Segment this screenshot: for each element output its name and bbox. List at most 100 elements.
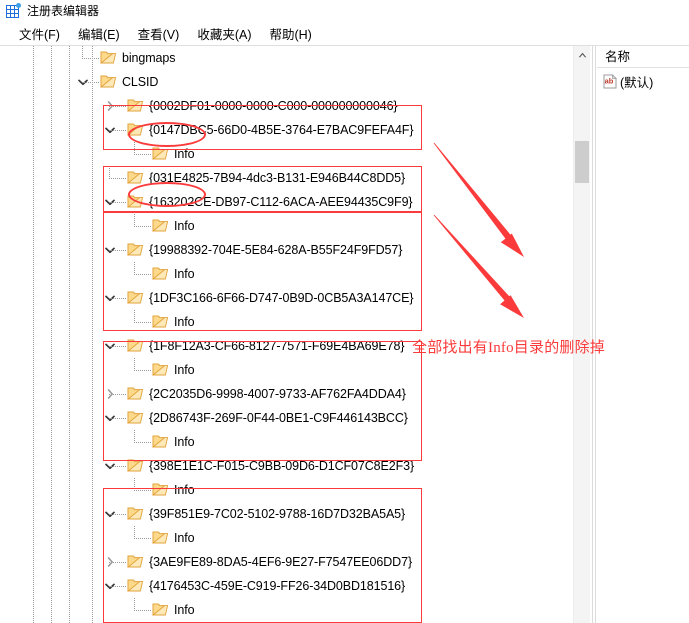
tree-row-info[interactable]: Info xyxy=(0,310,571,334)
value-list-pane[interactable]: 名称 ab (默认) xyxy=(597,46,689,623)
menu-file[interactable]: 文件(F) xyxy=(10,22,69,45)
tree-connector xyxy=(134,490,152,491)
tree-row-label: {2D86743F-269F-0F44-0BE1-C9F446143BCC} xyxy=(149,411,408,425)
value-row-default[interactable]: ab (默认) xyxy=(597,71,689,91)
menu-help[interactable]: 帮助(H) xyxy=(260,22,320,45)
tree-connector xyxy=(134,442,152,443)
tree-row-label: Info xyxy=(174,531,195,545)
folder-icon xyxy=(127,194,144,209)
tree-row-label: {2C2035D6-9998-4007-9733-AF762FA4DDA4} xyxy=(149,387,406,401)
tree-row-key[interactable]: {398E1E1C-F015-C9BB-09D6-D1CF07C8E2F3} xyxy=(0,454,571,478)
tree-row-label: {1F8F12A3-CF66-8127-7571-F69E4BA69E78} xyxy=(149,339,405,353)
menu-bar: 文件(F) 编辑(E) 查看(V) 收藏夹(A) 帮助(H) xyxy=(0,22,689,45)
folder-icon xyxy=(127,410,144,425)
tree-row-info[interactable]: Info xyxy=(0,526,571,550)
tree-row-label: {39F851E9-7C02-5102-9788-16D7D32BA5A5} xyxy=(149,507,406,521)
tree-connector xyxy=(109,130,127,131)
folder-icon xyxy=(152,362,169,377)
menu-view[interactable]: 查看(V) xyxy=(129,22,189,45)
folder-icon xyxy=(152,602,169,617)
registry-tree[interactable]: bingmaps CLSID {0002DF01-0000-0000-C000-00… xyxy=(0,46,571,623)
tree-row-key[interactable]: {031E4825-7B94-4dc3-B131-E946B44C8DD5} xyxy=(0,166,571,190)
tree-row-label: Info xyxy=(174,315,195,329)
tree-row-key[interactable]: {4176453C-459E-C919-FF26-34D0BD181516} xyxy=(0,574,571,598)
pane-splitter[interactable] xyxy=(592,46,596,623)
folder-icon xyxy=(100,50,117,65)
tree-row-label: Info xyxy=(174,483,195,497)
tree-row-key[interactable]: {1DF3C166-6F66-D747-0B9D-0CB5A3A147CE} xyxy=(0,286,571,310)
folder-icon xyxy=(152,530,169,545)
scroll-up-icon[interactable] xyxy=(574,46,590,63)
tree-row-info[interactable]: Info xyxy=(0,142,571,166)
tree-row-key[interactable]: {1F8F12A3-CF66-8127-7571-F69E4BA69E78} xyxy=(0,334,571,358)
tree-row-info[interactable]: Info xyxy=(0,214,571,238)
tree-row-label: {398E1E1C-F015-C9BB-09D6-D1CF07C8E2F3} xyxy=(149,459,415,473)
tree-connector xyxy=(134,274,152,275)
tree-connector xyxy=(109,586,127,587)
tree-row-info[interactable]: Info xyxy=(0,478,571,502)
tree-connector xyxy=(109,346,127,347)
tree-connector xyxy=(134,538,152,539)
tree-row-label: Info xyxy=(174,219,195,233)
folder-icon xyxy=(127,578,144,593)
tree-connector xyxy=(109,202,127,203)
tree-connector xyxy=(109,466,127,467)
folder-icon xyxy=(127,554,144,569)
folder-icon xyxy=(127,290,144,305)
tree-row-label: Info xyxy=(174,267,195,281)
tree-connector xyxy=(134,370,152,371)
folder-icon xyxy=(152,314,169,329)
tree-row-label: {163202CE-DB97-C112-6ACA-AEE94435C9F9} xyxy=(149,195,413,209)
tree-connector xyxy=(82,82,100,83)
folder-icon xyxy=(100,74,117,89)
tree-row-key[interactable]: {0147DBC5-66D0-4B5E-3764-E7BAC9FEFA4F} xyxy=(0,118,571,142)
tree-row-key[interactable]: CLSID xyxy=(0,70,571,94)
tree-connector xyxy=(134,322,152,323)
tree-row-label: {4176453C-459E-C919-FF26-34D0BD181516} xyxy=(149,579,406,593)
value-column-header-name[interactable]: 名称 xyxy=(597,46,689,68)
tree-row-key[interactable]: {2D86743F-269F-0F44-0BE1-C9F446143BCC} xyxy=(0,406,571,430)
tree-row-label: Info xyxy=(174,435,195,449)
tree-row-key[interactable]: {19988392-704E-5E84-628A-B55F24F9FD57} xyxy=(0,238,571,262)
tree-connector xyxy=(134,226,152,227)
tree-row-info[interactable]: Info xyxy=(0,358,571,382)
client-area: bingmaps CLSID {0002DF01-0000-0000-C000-00… xyxy=(0,45,689,623)
menu-edit[interactable]: 编辑(E) xyxy=(69,22,129,45)
tree-row-key[interactable]: bingmaps xyxy=(0,46,571,70)
folder-icon xyxy=(127,170,144,185)
tree-row-key[interactable]: {39F851E9-7C02-5102-9788-16D7D32BA5A5} xyxy=(0,502,571,526)
folder-icon xyxy=(127,242,144,257)
tree-row-label: bingmaps xyxy=(122,51,176,65)
folder-icon xyxy=(127,458,144,473)
tree-connector xyxy=(109,394,127,395)
tree-connector xyxy=(109,298,127,299)
scroll-thumb[interactable] xyxy=(575,141,589,183)
tree-connector xyxy=(109,562,127,563)
tree-row-info[interactable]: Info xyxy=(0,430,571,454)
tree-row-info[interactable]: Info xyxy=(0,598,571,622)
tree-connector xyxy=(134,154,152,155)
menu-favorites[interactable]: 收藏夹(A) xyxy=(188,22,260,45)
tree-row-info[interactable]: Info xyxy=(0,262,571,286)
tree-connector xyxy=(82,58,100,59)
tree-row-key[interactable]: {163202CE-DB97-C112-6ACA-AEE94435C9F9} xyxy=(0,190,571,214)
tree-row-key[interactable]: {2C2035D6-9998-4007-9733-AF762FA4DDA4} xyxy=(0,382,571,406)
tree-row-label: Info xyxy=(174,147,195,161)
folder-icon xyxy=(127,338,144,353)
folder-icon xyxy=(152,146,169,161)
tree-row-label: {1DF3C166-6F66-D747-0B9D-0CB5A3A147CE} xyxy=(149,291,414,305)
registry-editor-window: 注册表编辑器 文件(F) 编辑(E) 查看(V) 收藏夹(A) 帮助(H) bi… xyxy=(0,0,689,623)
registry-editor-icon xyxy=(5,3,21,19)
folder-icon xyxy=(127,506,144,521)
folder-icon xyxy=(152,218,169,233)
tree-vertical-scrollbar[interactable] xyxy=(573,46,590,623)
tree-row-key[interactable]: {3AE9FE89-8DA5-4EF6-9E27-F7547EE06DD7} xyxy=(0,550,571,574)
registry-tree-pane[interactable]: bingmaps CLSID {0002DF01-0000-0000-C000-00… xyxy=(0,46,571,623)
window-title: 注册表编辑器 xyxy=(27,4,100,18)
title-bar: 注册表编辑器 xyxy=(0,0,689,22)
tree-connector xyxy=(109,250,127,251)
folder-icon xyxy=(152,434,169,449)
tree-row-key[interactable]: {0002DF01-0000-0000-C000-000000000046} xyxy=(0,94,571,118)
tree-connector xyxy=(109,106,127,107)
tree-connector xyxy=(109,514,127,515)
